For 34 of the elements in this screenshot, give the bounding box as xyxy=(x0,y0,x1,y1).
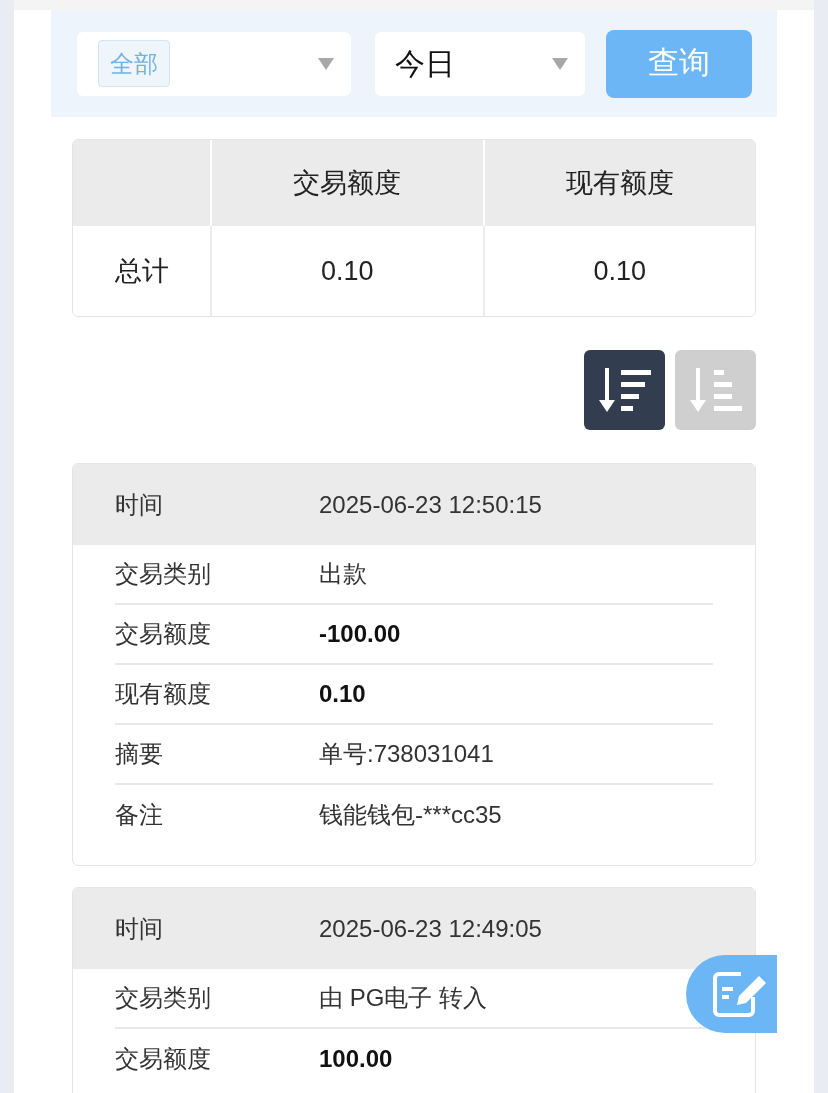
sort-descending-icon xyxy=(596,366,653,414)
column-header: 现有额度 xyxy=(564,166,675,200)
caret-icon xyxy=(318,57,334,70)
field-label: 交易类别 xyxy=(115,983,212,1013)
field-label: 备注 xyxy=(115,800,164,830)
field-label: 时间 xyxy=(115,913,164,944)
field-value: 单号:738031041 xyxy=(319,739,494,769)
period-select[interactable]: 今日 xyxy=(375,31,585,96)
row-label: 总计 xyxy=(73,226,212,316)
field-value: 钱能钱包-***cc35 xyxy=(319,800,502,830)
time-value: 2025-06-23 12:50:15 xyxy=(319,489,542,520)
field-label: 交易额度 xyxy=(115,1044,212,1074)
type-select[interactable]: 全部 xyxy=(77,31,351,96)
sort-ascending-icon xyxy=(687,366,744,414)
field-label: 现有额度 xyxy=(115,679,212,709)
field-value: 0.10 xyxy=(319,679,366,709)
field-label: 交易类别 xyxy=(115,559,212,589)
time-value: 2025-06-23 12:49:05 xyxy=(319,913,542,944)
field-value: 由 PG电子 转入 xyxy=(319,983,487,1013)
caret-icon xyxy=(552,57,568,70)
table-cell-text: 0.10 xyxy=(592,254,648,288)
edit-icon xyxy=(711,969,767,1019)
query-button[interactable]: 查询 xyxy=(606,29,752,98)
field-label: 时间 xyxy=(115,489,164,520)
table-cell: 0.10 xyxy=(212,226,485,316)
field-label: 交易额度 xyxy=(115,619,212,649)
field-value: -100.00 xyxy=(319,619,401,649)
field-value: 100.00 xyxy=(319,1044,393,1074)
sort-button[interactable] xyxy=(584,350,665,430)
period-value: 今日 xyxy=(395,46,455,82)
field-value: 出款 xyxy=(319,559,367,589)
filter-tag: 全部 xyxy=(98,40,170,87)
field-label: 摘要 xyxy=(115,739,164,769)
edit-button[interactable] xyxy=(686,955,777,1033)
